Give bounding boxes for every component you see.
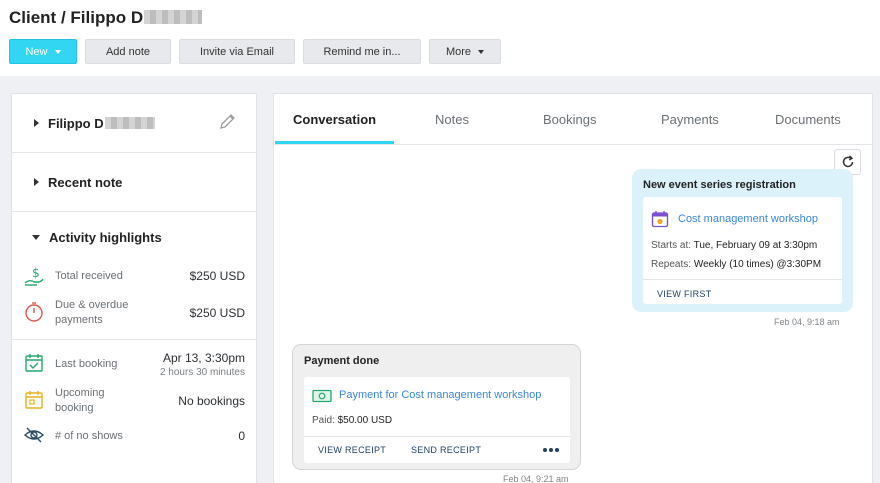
due-overdue-label: Due & overdue payments (55, 299, 129, 326)
payment-message-title: Payment done (304, 355, 380, 367)
registration-message-title: New event series registration (643, 179, 796, 191)
recent-note-section[interactable]: Recent note (12, 153, 256, 212)
client-name-section[interactable]: Filippo D (12, 94, 256, 153)
more-button-label: More (445, 45, 472, 58)
more-button[interactable]: More (429, 39, 501, 64)
paid-value: $50.00 USD (337, 415, 393, 426)
view-first-button[interactable]: VIEW FIRST (657, 289, 712, 299)
svg-text:$: $ (32, 266, 40, 280)
active-tab-indicator (275, 141, 394, 144)
refresh-icon (842, 155, 853, 168)
last-booking-row: Last booking Apr 13, 3:30pm 2 hours 30 m… (12, 346, 256, 382)
no-shows-label: # of no shows (55, 430, 123, 442)
tab-bar: Conversation Notes Bookings Payments Doc… (274, 94, 872, 145)
repeats-value: Weekly (10 times) @3:30PM (693, 259, 822, 270)
payment-card: Payment for Cost management workshop Pai… (304, 377, 570, 463)
action-buttons: New Add note Invite via Email Remind me … (9, 39, 501, 64)
calendar-check-icon (25, 354, 43, 372)
money-hand-icon: $ (24, 266, 44, 286)
divider (304, 436, 570, 437)
total-received-value: $250 USD (189, 269, 245, 283)
payment-timestamp: Feb 04, 9:21 am (503, 474, 569, 483)
redacted-surname (144, 10, 203, 24)
calendar-icon (25, 391, 43, 409)
paid-line: Paid: $50.00 USD (312, 415, 393, 426)
payment-link[interactable]: Payment for Cost management workshop (339, 389, 541, 401)
tab-notes[interactable]: Notes (435, 112, 469, 127)
eye-slash-icon (23, 427, 45, 443)
last-booking-relative: 2 hours 30 minutes (159, 367, 245, 378)
recent-note-label: Recent note (48, 174, 123, 190)
client-name: Filippo D (48, 116, 155, 131)
registration-message: New event series registration Cost manag… (632, 169, 853, 312)
divider (643, 279, 842, 280)
send-receipt-button[interactable]: SEND RECEIPT (411, 445, 481, 455)
pencil-icon[interactable] (219, 113, 236, 130)
upcoming-booking-row: Upcoming booking No bookings (12, 383, 256, 419)
starts-at-line: Starts at: Tue, February 09 at 3:30pm (651, 240, 818, 251)
chevron-down-icon (478, 49, 485, 54)
upcoming-booking-label: Upcoming booking (55, 387, 105, 414)
tab-conversation[interactable]: Conversation (293, 112, 376, 127)
last-booking-label: Last booking (55, 358, 118, 370)
payment-message: Payment done Payment for Cost management… (292, 344, 581, 470)
total-received-row: $ Total received $250 USD (12, 258, 256, 294)
cash-icon (312, 389, 332, 403)
new-button[interactable]: New (9, 39, 77, 64)
due-overdue-value: $250 USD (189, 306, 245, 320)
caret-right-icon (34, 178, 39, 186)
redacted-surname (104, 116, 155, 129)
stopwatch-icon (25, 302, 43, 322)
page-title-text: Client / Filippo D (9, 8, 144, 27)
view-receipt-button[interactable]: VIEW RECEIPT (318, 445, 386, 455)
add-note-button[interactable]: Add note (85, 39, 171, 64)
more-options-icon[interactable] (542, 447, 560, 453)
no-shows-row: # of no shows 0 (12, 420, 256, 456)
due-overdue-row: Due & overdue payments $250 USD (12, 295, 256, 331)
total-received-label: Total received (55, 270, 123, 282)
caret-down-icon (32, 234, 40, 240)
client-sidebar: Filippo D Recent note Activity highlight… (11, 93, 257, 483)
new-button-label: New (25, 45, 48, 58)
chevron-down-icon (54, 49, 61, 54)
upcoming-booking-value: No bookings (178, 394, 245, 408)
last-booking-value: Apr 13, 3:30pm (162, 351, 245, 365)
event-link[interactable]: Cost management workshop (678, 213, 818, 225)
divider (12, 339, 256, 340)
caret-right-icon (34, 119, 39, 127)
remind-me-button[interactable]: Remind me in... (303, 39, 421, 64)
no-shows-value: 0 (238, 429, 245, 443)
repeats-line: Repeats: Weekly (10 times) @3:30PM (651, 259, 822, 270)
activity-highlights-header[interactable]: Activity highlights (12, 212, 256, 262)
invite-via-email-button[interactable]: Invite via Email (179, 39, 295, 64)
page-title: Client / Filippo D (9, 8, 203, 28)
starts-at-value: Tue, February 09 at 3:30pm (693, 240, 818, 251)
registration-timestamp: Feb 04, 9:18 am (774, 317, 840, 327)
tab-documents[interactable]: Documents (775, 112, 841, 127)
tab-payments[interactable]: Payments (661, 112, 719, 127)
tab-bookings[interactable]: Bookings (543, 112, 596, 127)
conversation-panel: Conversation Notes Bookings Payments Doc… (273, 93, 873, 483)
top-bar: Client / Filippo D New Add note Invite v… (0, 0, 880, 76)
activity-highlights-title: Activity highlights (49, 229, 162, 245)
registration-card: Cost management workshop Starts at: Tue,… (643, 197, 842, 304)
event-calendar-icon (651, 211, 669, 228)
